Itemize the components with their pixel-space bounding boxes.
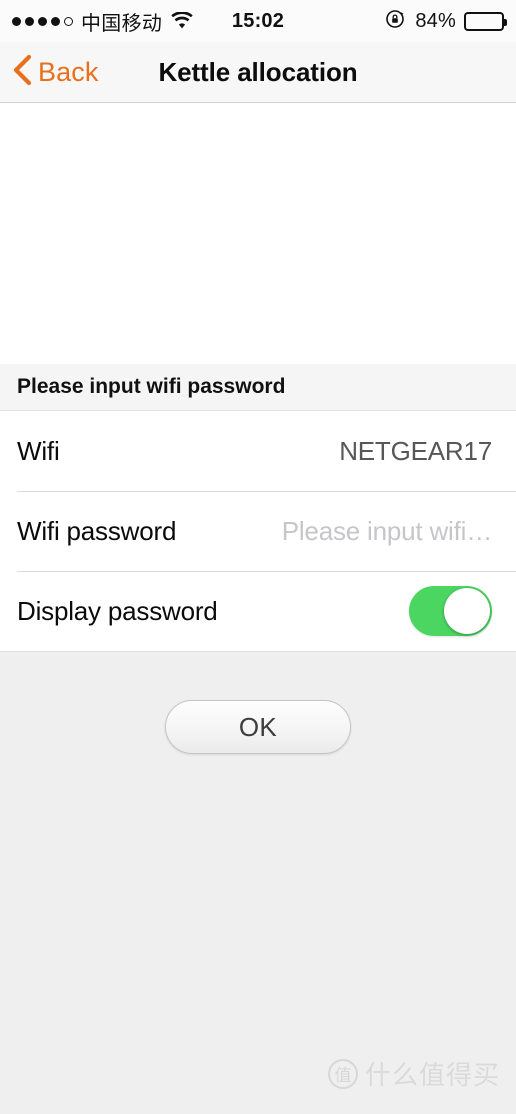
navigation-bar: Back Kettle allocation	[0, 42, 516, 103]
cellular-signal-icon	[12, 16, 73, 26]
table-row-display-password[interactable]: Display password	[0, 571, 516, 651]
battery-icon	[464, 11, 507, 31]
battery-percent-label: 84%	[415, 9, 456, 32]
footer-area: OK 值 什么值得买	[0, 651, 516, 1114]
phone-screen: 中国移动 15:02 84% Back Kettle allocation Pl…	[0, 0, 516, 1114]
watermark: 值 什么值得买	[327, 1055, 500, 1092]
status-bar-center: 15:02	[232, 10, 284, 33]
status-bar-left: 中国移动	[12, 7, 232, 36]
section-header: Please input wifi password	[0, 364, 516, 411]
table-row-wifi-password[interactable]: Wifi password Please input wifi…	[0, 491, 516, 571]
table-row-wifi[interactable]: Wifi NETGEAR17	[0, 411, 516, 491]
carrier-label: 中国移动	[81, 10, 163, 35]
toggle-knob	[444, 588, 490, 634]
status-bar: 中国移动 15:02 84%	[0, 0, 516, 42]
clock-label: 15:02	[231, 9, 285, 32]
watermark-text: 什么值得买	[364, 1061, 500, 1091]
page-title: Kettle allocation	[158, 56, 358, 87]
rotation-lock-icon	[385, 8, 407, 35]
wifi-icon	[170, 12, 194, 30]
display-password-row-label: Display password	[17, 595, 218, 626]
content-area: Please input wifi password Wifi NETGEAR1…	[0, 104, 516, 1114]
ok-button[interactable]: OK	[165, 700, 351, 754]
watermark-logo-icon: 值	[327, 1058, 358, 1089]
wifi-password-input[interactable]: Please input wifi…	[282, 516, 492, 547]
status-bar-right: 84%	[284, 8, 507, 35]
wifi-row-label: Wifi	[17, 435, 60, 466]
wifi-ssid-value: NETGEAR17	[339, 435, 492, 466]
blank-area	[0, 104, 516, 364]
wifi-password-row-label: Wifi password	[17, 515, 177, 546]
display-password-toggle[interactable]	[409, 586, 492, 636]
ok-button-label: OK	[238, 711, 278, 742]
